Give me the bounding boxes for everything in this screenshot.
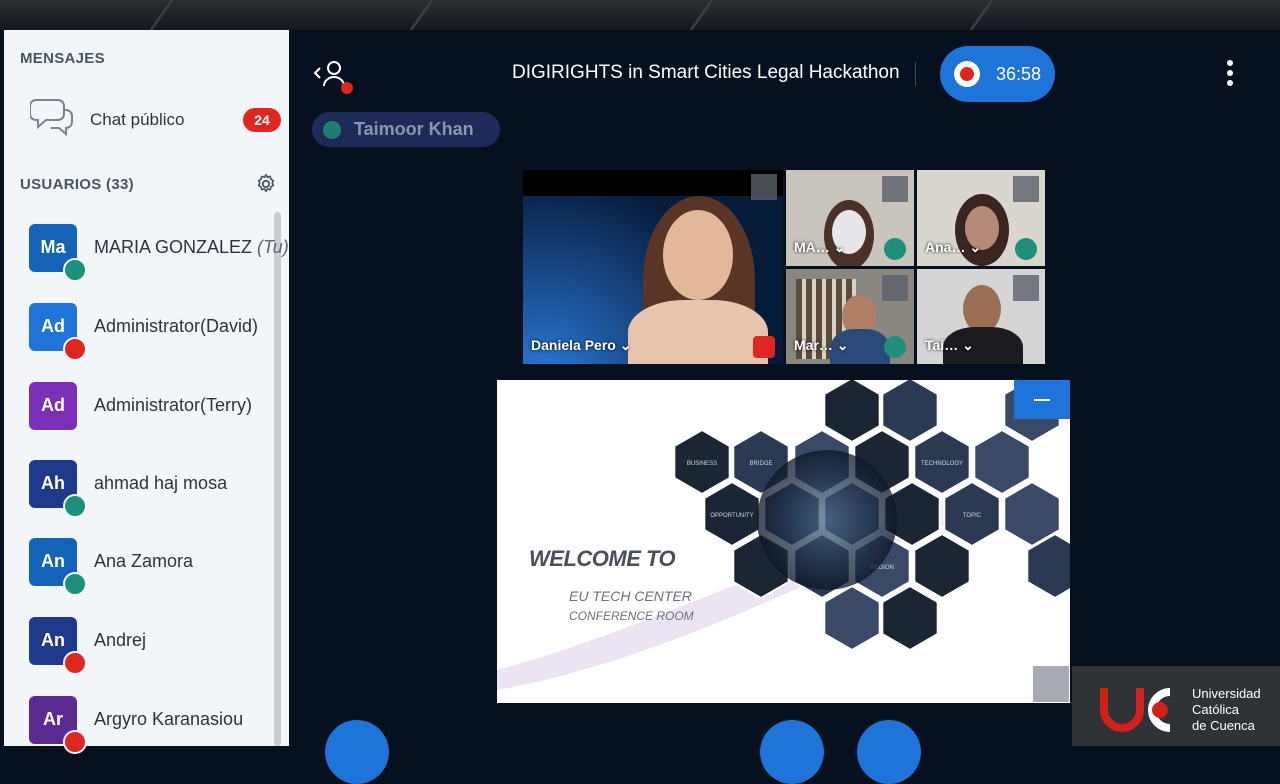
- record-icon: [954, 61, 980, 87]
- unread-badge: 24: [243, 108, 281, 132]
- slide-hexagon: [823, 584, 881, 652]
- user-name: Argyro Karanasiou: [94, 709, 244, 729]
- video-tile[interactable]: Ana… ⌄: [917, 170, 1045, 266]
- talking-user-name: Taimoor Khan: [354, 119, 474, 139]
- minimize-presentation-button[interactable]: [1014, 380, 1070, 419]
- divider: [915, 62, 916, 86]
- logo-line2: Católica: [1192, 702, 1239, 717]
- fullscreen-icon[interactable]: [882, 176, 908, 202]
- presentation-slide: BUSINESS BRIDGE TECHNOLOGY OPPORTUNITY TOPIC…: [497, 380, 1070, 703]
- user-list-item[interactable]: An Andrej: [4, 617, 274, 677]
- headset-icon: [884, 238, 906, 260]
- slide-hexagon: [881, 584, 939, 652]
- university-logo: Universidad Católica de Cuenca: [1072, 666, 1280, 746]
- user-name: Administrator(Terry): [94, 395, 253, 415]
- video-label[interactable]: Daniela Pero ⌄: [531, 337, 631, 354]
- fullscreen-icon[interactable]: [882, 275, 908, 301]
- participant-face: [963, 285, 1001, 333]
- status-icon: [63, 730, 87, 754]
- video-tile[interactable]: MA… ⌄: [786, 170, 914, 266]
- user-name: MARIA GONZALEZ (Tu): [94, 237, 289, 257]
- headset-icon: [1015, 238, 1037, 260]
- video-tile[interactable]: Daniela Pero ⌄: [523, 170, 783, 364]
- recording-time: 36:58: [996, 64, 1042, 84]
- chat-bubbles-icon: [30, 99, 73, 136]
- video-label[interactable]: Mar… ⌄: [794, 337, 849, 354]
- join-audio-button[interactable]: [760, 720, 824, 784]
- meeting-title: DIGIRIGHTS in Smart Cities Legal Hackath…: [512, 62, 900, 83]
- talking-dot: [323, 121, 341, 139]
- slide-hexagon: [823, 380, 881, 444]
- logo-line1: Universidad: [1192, 686, 1261, 701]
- user-list-item[interactable]: Ah ahmad haj mosa: [4, 460, 274, 520]
- users-title: USUARIOS (33): [20, 176, 134, 193]
- slide-welcome: WELCOME TO: [529, 546, 676, 571]
- gear-icon[interactable]: [255, 173, 277, 195]
- fullscreen-icon[interactable]: [1013, 275, 1039, 301]
- slide-earth: [757, 450, 897, 590]
- recording-button[interactable]: 36:58: [940, 46, 1055, 102]
- slide-hexagon: [973, 428, 1031, 496]
- slide-hexagon: [913, 532, 971, 600]
- notification-dot: [341, 82, 353, 94]
- fullscreen-icon[interactable]: [751, 174, 777, 200]
- slide-line1: EU TECH CENTER: [569, 588, 692, 604]
- status-icon: [63, 572, 87, 596]
- avatar: Ad: [29, 382, 77, 430]
- camera-top-strip: [0, 0, 1280, 30]
- video-tile[interactable]: Mar… ⌄: [786, 269, 914, 364]
- user-name: Andrej: [94, 630, 147, 650]
- slide-graphic: BUSINESS BRIDGE TECHNOLOGY OPPORTUNITY TOPIC…: [497, 380, 1070, 690]
- user-name: Administrator(David): [94, 316, 259, 336]
- university-emblem: [1100, 688, 1171, 732]
- user-list-item[interactable]: Ma MARIA GONZALEZ (Tu): [4, 224, 289, 284]
- slide-hex-label: TECHNOLOGY: [921, 461, 963, 467]
- video-label[interactable]: Ana… ⌄: [925, 239, 981, 256]
- fullscreen-presentation-icon[interactable]: [1033, 666, 1069, 702]
- status-icon: [63, 651, 87, 675]
- actions-button[interactable]: [325, 720, 389, 784]
- slide-hexagon: [881, 380, 939, 444]
- sidebar: MENSAJES Chat público 24 USUARIOS (33) M…: [4, 30, 289, 754]
- more-options-icon[interactable]: [1227, 60, 1233, 90]
- logo-line3: de Cuenca: [1192, 718, 1255, 733]
- share-camera-button[interactable]: [857, 720, 921, 784]
- video-label[interactable]: MA… ⌄: [794, 239, 845, 256]
- participant-face: [663, 210, 733, 300]
- user-name: ahmad haj mosa: [94, 473, 228, 493]
- video-label[interactable]: Tai… ⌄: [925, 337, 974, 354]
- talking-indicator: Taimoor Khan: [312, 112, 500, 147]
- headset-icon: [884, 336, 906, 358]
- user-list-item[interactable]: Ar Argyro Karanasiou: [4, 696, 274, 756]
- participant-body: [628, 300, 768, 364]
- slide-hex-label: OPPORTUNITY: [710, 513, 753, 519]
- slide-hex-label: BUSINESS: [687, 461, 717, 467]
- status-icon: [63, 337, 87, 361]
- status-icon: [63, 494, 87, 518]
- status-icon: [63, 258, 87, 282]
- user-name: Ana Zamora: [94, 551, 194, 571]
- public-chat-label: Chat público: [90, 110, 185, 129]
- user-list-scrollbar[interactable]: [274, 212, 281, 746]
- fullscreen-icon[interactable]: [1013, 176, 1039, 202]
- user-list-item[interactable]: An Ana Zamora: [4, 538, 274, 598]
- messages-title: MENSAJES: [20, 50, 105, 67]
- user-list-item[interactable]: Ad Administrator(David): [4, 303, 274, 363]
- slide-hex-label: BRIDGE: [749, 461, 772, 467]
- user-list-item[interactable]: Ad Administrator(Terry): [4, 382, 274, 442]
- video-tile[interactable]: Tai… ⌄: [917, 269, 1045, 364]
- public-chat-item[interactable]: Chat público 24: [4, 92, 289, 142]
- slide-hex-label: TOPIC: [963, 513, 982, 519]
- muted-mic-icon: [753, 336, 775, 358]
- slide-line2: CONFERENCE ROOM: [569, 609, 694, 623]
